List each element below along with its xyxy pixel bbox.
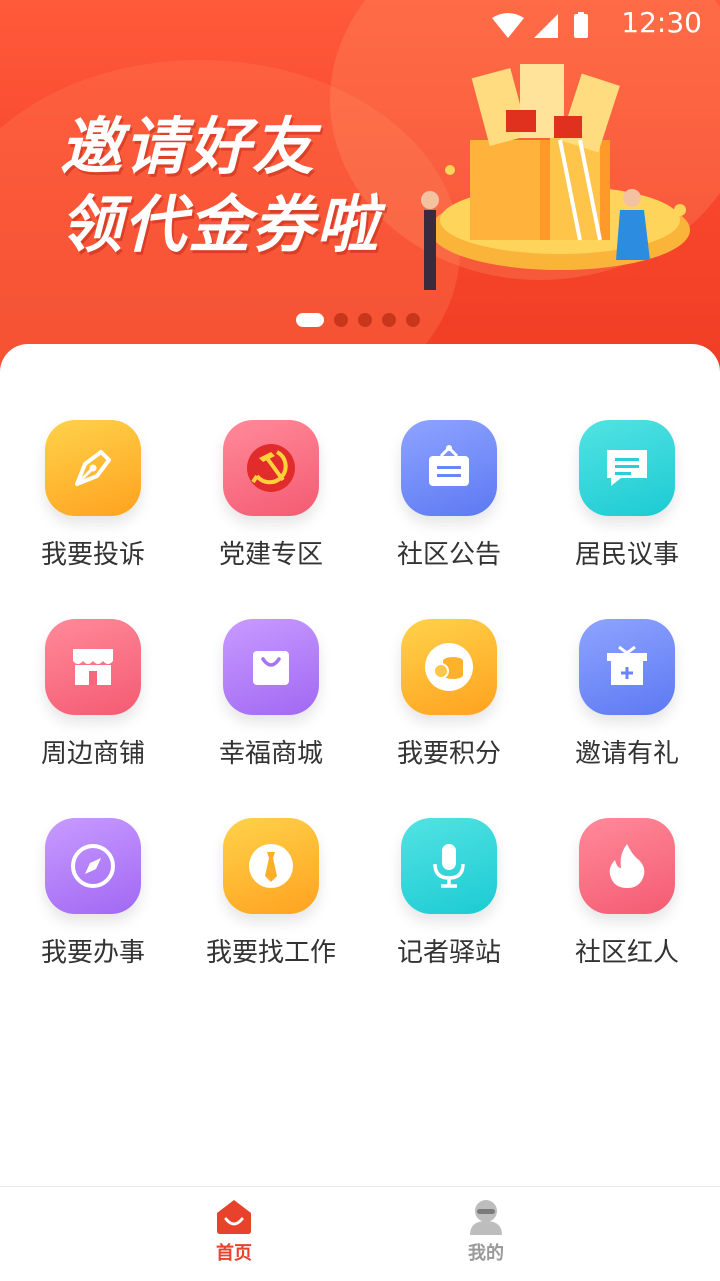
battery-icon — [574, 14, 588, 38]
icon-tile[interactable] — [401, 619, 497, 715]
microphone-icon — [433, 844, 465, 888]
service-grid: 我要投诉 党建专区 社区公告 居民议事 周边商铺 幸福商城 我要积分 邀请有礼 … — [0, 420, 720, 969]
service-label: 社区公告 — [396, 540, 501, 570]
status-bar: 12:30 — [0, 0, 720, 48]
icon-tile[interactable] — [223, 818, 319, 914]
icon-tile[interactable] — [579, 420, 675, 516]
service-points[interactable]: 我要积分 — [360, 619, 538, 770]
icon-tile[interactable] — [401, 420, 497, 516]
service-label: 我要找工作 — [205, 938, 336, 968]
icon-tile[interactable] — [45, 420, 141, 516]
compass-icon — [71, 844, 115, 888]
carousel-indicator[interactable] — [296, 312, 420, 328]
service-reporter-station[interactable]: 记者驿站 — [360, 818, 538, 969]
gift-box-icon — [607, 645, 647, 685]
service-community-notice[interactable]: 社区公告 — [360, 420, 538, 571]
notice-board-icon — [429, 445, 469, 486]
home-icon — [217, 1200, 251, 1234]
service-label: 我要投诉 — [40, 540, 145, 570]
promo-banner[interactable]: 12:30 邀请好友 领代金券啦 — [0, 0, 720, 372]
carousel-dot[interactable] — [358, 313, 372, 327]
service-label: 幸福商城 — [218, 739, 323, 769]
icon-tile[interactable] — [579, 619, 675, 715]
icon-tile[interactable] — [223, 619, 319, 715]
carousel-dot[interactable] — [334, 313, 348, 327]
hammer-sickle-icon — [247, 444, 295, 492]
chat-bubble-icon — [607, 450, 647, 486]
service-label: 邀请有礼 — [574, 739, 679, 769]
tab-mine[interactable]: 我的 — [426, 1197, 546, 1265]
flame-icon — [609, 844, 645, 888]
service-happy-mall[interactable]: 幸福商城 — [182, 619, 360, 770]
carousel-dot[interactable] — [382, 313, 396, 327]
service-label: 记者驿站 — [396, 938, 501, 968]
service-nearby-shops[interactable]: 周边商铺 — [4, 619, 182, 770]
bottom-tab-bar: 首页 我的 — [0, 1186, 720, 1281]
wifi-icon — [492, 13, 524, 38]
cell-signal-icon — [534, 14, 558, 38]
icon-tile[interactable] — [579, 818, 675, 914]
shopping-bag-icon — [253, 651, 289, 685]
pen-nib-icon — [75, 450, 111, 486]
user-avatar-icon — [470, 1200, 502, 1235]
tab-home-label: 首页 — [216, 1243, 252, 1264]
service-complaint[interactable]: 我要投诉 — [4, 420, 182, 571]
headline-line-2: 领代金券啦 — [60, 188, 381, 261]
carousel-dot[interactable] — [406, 313, 420, 327]
service-errands[interactable]: 我要办事 — [4, 818, 182, 969]
service-community-stars[interactable]: 社区红人 — [538, 818, 716, 969]
service-label: 周边商铺 — [40, 739, 145, 769]
tab-mine-label: 我的 — [468, 1243, 504, 1264]
service-party-building[interactable]: 党建专区 — [182, 420, 360, 571]
carousel-dot[interactable] — [296, 313, 324, 327]
coins-icon — [425, 643, 473, 691]
service-panel: 我要投诉 党建专区 社区公告 居民议事 周边商铺 幸福商城 我要积分 邀请有礼 … — [0, 344, 720, 1186]
gift-illustration — [421, 64, 690, 290]
service-label: 我要办事 — [40, 938, 145, 968]
status-icons — [490, 12, 600, 44]
service-resident-discussion[interactable]: 居民议事 — [538, 420, 716, 571]
status-time: 12:30 — [621, 6, 702, 39]
service-find-job[interactable]: 我要找工作 — [182, 818, 360, 969]
service-label: 我要积分 — [396, 739, 501, 769]
service-label: 居民议事 — [574, 540, 679, 570]
service-label: 社区红人 — [574, 938, 679, 968]
icon-tile[interactable] — [223, 420, 319, 516]
icon-tile[interactable] — [45, 619, 141, 715]
storefront-icon — [73, 649, 113, 685]
service-label: 党建专区 — [218, 540, 323, 570]
necktie-icon — [249, 844, 293, 888]
service-invite-gift[interactable]: 邀请有礼 — [538, 619, 716, 770]
icon-tile[interactable] — [45, 818, 141, 914]
tab-home[interactable]: 首页 — [174, 1197, 294, 1265]
banner-headline: 邀请好友 领代金券啦 — [60, 108, 380, 264]
headline-line-1: 邀请好友 — [60, 110, 317, 183]
icon-tile[interactable] — [401, 818, 497, 914]
